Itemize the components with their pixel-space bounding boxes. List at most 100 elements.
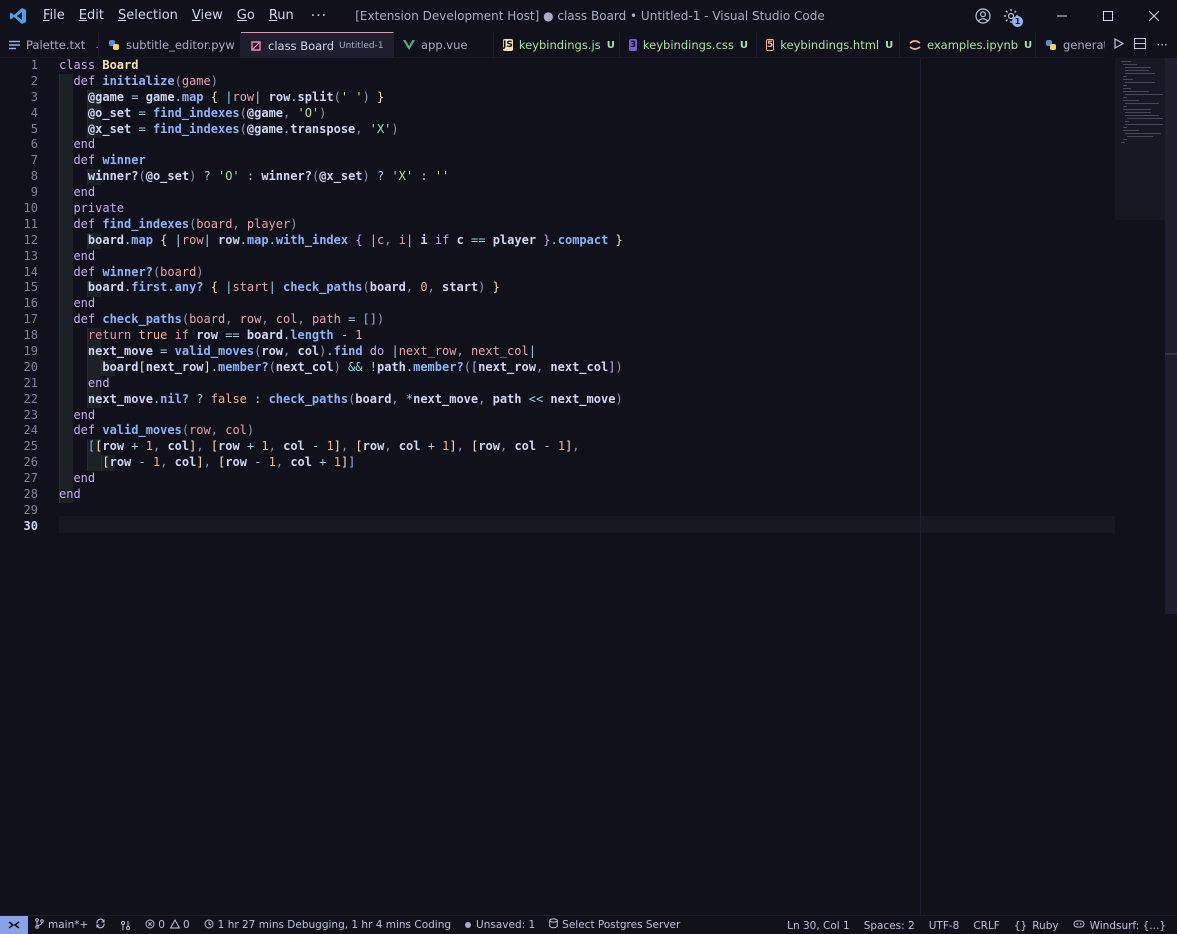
code-editor[interactable]: 1 2 3 4 5 6 7 8 9 10 11 12 13 14 15 16 1… [0, 58, 1177, 915]
line-number: 5 [30, 121, 38, 136]
problems-indicator[interactable]: 0 0 [138, 916, 196, 934]
notification-badge: 1 [1012, 16, 1023, 27]
tab-subtitle-editor[interactable]: subtitle_editor.pyw [99, 32, 241, 58]
settings-gear-icon[interactable]: 1 [997, 0, 1025, 32]
code-line[interactable]: def valid_moves(row, col) [59, 423, 1119, 439]
code-line[interactable]: class Board [59, 58, 1119, 74]
warning-icon [169, 918, 181, 932]
code-line[interactable]: board[next_row].member?(next_col) && !pa… [59, 360, 1119, 376]
code-line[interactable]: winner?(@o_set) ? 'O' : winner?(@x_set) … [59, 169, 1119, 185]
menu-run[interactable]: Run [262, 0, 301, 32]
tab-keybindings-js[interactable]: JS keybindings.js U [494, 32, 620, 58]
code-line[interactable]: end [59, 185, 1119, 201]
indentation[interactable]: Spaces: 2 [857, 916, 922, 934]
line-number: 16 [23, 296, 38, 311]
tab-keybindings-html[interactable]: 5 keybindings.html U [757, 32, 900, 58]
line-number: 25 [23, 439, 38, 454]
code-line[interactable] [59, 519, 1119, 535]
split-editor-icon[interactable] [1134, 38, 1147, 52]
more-actions-icon[interactable]: ··· [1156, 38, 1167, 52]
tab-palette-txt[interactable]: Palette.txt ⊥ [0, 32, 99, 58]
cursor-position[interactable]: Ln 30, Col 1 [780, 916, 857, 934]
code-content[interactable]: class Board def initialize(game) @game =… [59, 58, 1119, 535]
line-number: 18 [23, 328, 38, 343]
tab-generate[interactable]: generat [1036, 32, 1116, 58]
html-icon: 5 [766, 39, 775, 51]
menu-selection[interactable]: Selection [111, 0, 185, 32]
tab-examples-ipynb[interactable]: examples.ipynb U [900, 32, 1036, 58]
code-line[interactable]: end [59, 487, 1119, 503]
line-number: 2 [30, 73, 38, 88]
line-number: 19 [23, 344, 38, 359]
code-line[interactable]: end [59, 471, 1119, 487]
history-icon [204, 919, 214, 932]
code-line[interactable]: def check_paths(board, row, col, path = … [59, 312, 1119, 328]
code-line[interactable]: def initialize(game) [59, 74, 1119, 90]
code-line[interactable]: board.first.any? { |start| check_paths(b… [59, 280, 1119, 296]
remote-icon[interactable] [0, 915, 28, 934]
git-branch-icon [35, 918, 44, 932]
time-tracker[interactable]: 1 hr 27 mins Debugging, 1 hr 4 mins Codi… [197, 916, 458, 934]
code-line[interactable]: board.map { |row| row.map.with_index { |… [59, 233, 1119, 249]
menu-file[interactable]: File [36, 0, 72, 32]
minimap[interactable] [1115, 58, 1165, 220]
css-icon: 3 [629, 39, 637, 51]
line-number: 10 [23, 201, 38, 216]
code-line[interactable] [59, 503, 1119, 519]
line-number: 1 [30, 58, 38, 72]
js-icon: JS [503, 39, 513, 51]
line-number: 22 [23, 391, 38, 406]
line-number: 28 [23, 487, 38, 502]
database-icon [549, 918, 558, 932]
line-number: 9 [30, 185, 38, 200]
vertical-scrollbar[interactable] [1165, 58, 1177, 614]
code-line[interactable]: @o_set = find_indexes(@game, 'O') [59, 106, 1119, 122]
code-line[interactable]: [row - 1, col], [row - 1, col + 1]] [59, 455, 1119, 471]
code-line[interactable]: def find_indexes(board, player) [59, 217, 1119, 233]
line-number: 29 [23, 502, 38, 517]
tab-class-board[interactable]: class Board Untitled-1 [241, 32, 394, 58]
copilot-icon [1073, 919, 1085, 932]
line-number: 6 [30, 137, 38, 152]
git-branch[interactable]: main*+ [28, 916, 113, 934]
windsurf-status[interactable]: Windsurf: {...} [1066, 916, 1173, 934]
title-bar: File Edit Selection View Go Run ··· [Ext… [0, 0, 1177, 32]
code-line[interactable]: private [59, 201, 1119, 217]
minimize-button[interactable] [1039, 0, 1085, 32]
line-number: 21 [23, 375, 38, 390]
code-line[interactable]: [[row + 1, col], [row + 1, col - 1], [ro… [59, 439, 1119, 455]
tab-app-vue[interactable]: app.vue [394, 32, 494, 58]
close-button[interactable] [1131, 0, 1177, 32]
code-line[interactable]: end [59, 137, 1119, 153]
encoding[interactable]: UTF-8 [922, 916, 967, 934]
line-number: 17 [23, 312, 38, 327]
source-control-graph-icon[interactable] [113, 916, 138, 934]
code-line[interactable]: end [59, 249, 1119, 265]
menu-edit[interactable]: Edit [72, 0, 111, 32]
line-number-current: 30 [23, 518, 38, 533]
line-number: 14 [23, 264, 38, 279]
code-line[interactable]: def winner [59, 153, 1119, 169]
code-line[interactable]: def winner?(board) [59, 265, 1119, 281]
unsaved-dot-icon [465, 922, 472, 928]
code-line[interactable]: return true if row == board.length - 1 [59, 328, 1119, 344]
end-of-line[interactable]: CRLF [966, 916, 1007, 934]
menu-go[interactable]: Go [230, 0, 262, 32]
tab-keybindings-css[interactable]: 3 keybindings.css U [620, 32, 757, 58]
account-icon[interactable] [969, 0, 997, 32]
code-line[interactable]: @x_set = find_indexes(@game.transpose, '… [59, 122, 1119, 138]
code-line[interactable]: end [59, 376, 1119, 392]
maximize-button[interactable] [1085, 0, 1131, 32]
python-icon [108, 39, 120, 51]
code-line[interactable]: @game = game.map { |row| row.split(' ') … [59, 90, 1119, 106]
run-icon[interactable] [1114, 37, 1125, 52]
code-line[interactable]: end [59, 408, 1119, 424]
unsaved-indicator[interactable]: Unsaved: 1 [458, 916, 542, 934]
language-mode[interactable]: {} Ruby [1007, 916, 1066, 934]
sync-icon[interactable] [95, 918, 106, 932]
menu-view[interactable]: View [185, 0, 230, 32]
code-line[interactable]: next_move = valid_moves(row, col).find d… [59, 344, 1119, 360]
code-line[interactable]: next_move.nil? ? false : check_paths(boa… [59, 392, 1119, 408]
postgres-selector[interactable]: Select Postgres Server [542, 916, 687, 934]
code-line[interactable]: end [59, 296, 1119, 312]
